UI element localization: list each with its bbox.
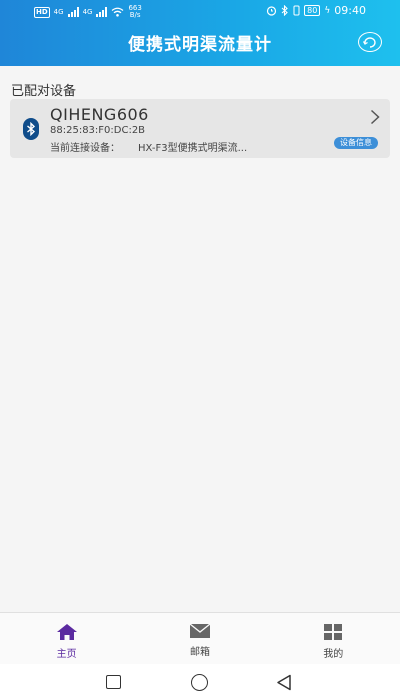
tab-mine[interactable]: 我的 [267, 613, 400, 664]
back-icon[interactable] [276, 674, 292, 691]
grid-icon [324, 624, 343, 640]
alarm-icon [267, 6, 277, 16]
connected-device-label: 当前连接设备： [50, 143, 120, 154]
signal-icon-2 [96, 7, 108, 17]
speed-unit: B/s [129, 11, 141, 19]
refresh-icon[interactable] [358, 32, 382, 52]
paired-devices-title: 已配对设备 [11, 84, 77, 99]
home-icon [56, 624, 77, 640]
mail-icon [189, 623, 211, 638]
network-label-2: 4G [82, 8, 93, 16]
chevron-right-icon[interactable] [370, 109, 380, 125]
clock-time: 09:40 [334, 4, 366, 17]
vibrate-icon [293, 5, 300, 16]
battery-indicator: 80 [304, 5, 321, 16]
system-nav-bar [0, 664, 400, 700]
status-bar: HD 4G 4G 663 B/s 80 ϟ 09:40 [0, 0, 400, 24]
device-mac-address: 88:25:83:F0:DC:2B [50, 125, 146, 136]
device-card[interactable]: QIHENG606 88:25:83:F0:DC:2B 当前连接设备： HX-F3… [10, 99, 390, 158]
app-header: HD 4G 4G 663 B/s 80 ϟ 09:40 便携式明渠流量计 [0, 0, 400, 66]
hd-badge: HD [34, 6, 50, 18]
signal-icon-1 [67, 7, 79, 17]
page-title: 便携式明渠流量计 [128, 35, 272, 55]
connected-device-row: 当前连接设备： HX-F3型便携式明渠流... [50, 139, 247, 154]
wifi-icon [112, 7, 124, 17]
bluetooth-status-icon [281, 5, 288, 16]
bluetooth-icon [23, 118, 39, 140]
tab-mail[interactable]: 邮箱 [133, 613, 266, 664]
home-button-icon[interactable] [191, 674, 208, 691]
device-name: QIHENG606 [50, 105, 149, 124]
tab-mine-label: 我的 [323, 649, 344, 660]
tab-mail-label: 邮箱 [189, 647, 210, 658]
network-label-1: 4G [53, 8, 64, 16]
network-speed: 663 B/s [128, 5, 141, 19]
recent-apps-icon[interactable] [106, 675, 121, 689]
device-info-button[interactable]: 设备信息 [334, 137, 378, 149]
bottom-tab-bar: 主页 邮箱 我的 [0, 612, 400, 664]
charging-icon: ϟ [324, 5, 331, 16]
tab-home-label: 主页 [56, 649, 77, 660]
connected-device-value: HX-F3型便携式明渠流... [138, 143, 248, 154]
tab-home[interactable]: 主页 [0, 613, 133, 664]
